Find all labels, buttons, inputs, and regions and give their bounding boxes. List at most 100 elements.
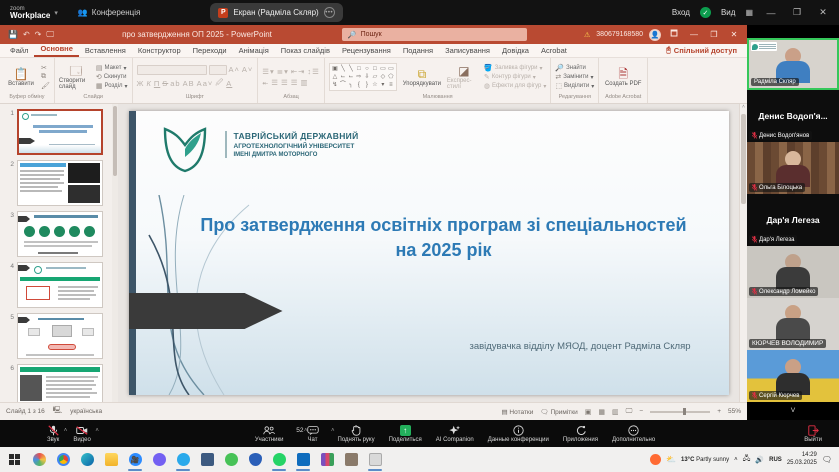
calculator-icon[interactable] <box>196 449 218 471</box>
cut-icon[interactable]: ✂ <box>41 64 50 72</box>
new-slide-button[interactable]: 🗔 Створити слайд <box>59 65 93 90</box>
line-spacing-icon[interactable]: ↕☰ <box>307 67 319 76</box>
align-center-icon[interactable]: ☰ <box>271 78 279 87</box>
bullets-icon[interactable]: ☰▾ <box>262 67 275 76</box>
grow-font-icon[interactable]: А˄ <box>229 65 240 74</box>
zoom-workplace-logo[interactable]: zoom Workplace ▾ <box>0 6 68 20</box>
reading-view-icon[interactable]: ▥ <box>612 408 619 416</box>
find-button[interactable]: 🔎Знайти <box>555 64 594 72</box>
media-app-icon[interactable] <box>340 449 362 471</box>
slide-title[interactable]: Про затвердження освітніх програм зі спе… <box>199 213 689 263</box>
participant-tile-kiurchev-v[interactable]: КЮРЧЕВ ВОЛОДИМИР <box>747 298 839 350</box>
ppt-minimize-button[interactable]: — <box>687 30 701 39</box>
chat-button[interactable]: Чат ˄ <box>300 425 331 443</box>
select-button[interactable]: ⬚Виділити ▾ <box>555 82 594 90</box>
change-case-icon[interactable]: Аа˅ <box>197 79 214 88</box>
tab-slideshow[interactable]: Показ слайдів <box>275 46 336 57</box>
notification-center-icon[interactable]: 🗨 <box>822 455 832 464</box>
shrink-font-icon[interactable]: А˅ <box>242 65 253 74</box>
shapes-gallery[interactable]: ▣╲╲□○□▭▭ △⌙⌙⇨⇩▱◇⬠ ↯⌒╮{}☆▾≡ <box>329 63 397 91</box>
share-access-button[interactable]: 🖰 Спільний доступ <box>666 45 743 57</box>
tab-animations[interactable]: Анімація <box>233 46 275 57</box>
normal-view-icon[interactable]: ▣ <box>585 408 592 416</box>
participant-tile-daria[interactable]: Дар'я Легеза Дар'я Легеза <box>747 194 839 246</box>
tab-home[interactable]: Основне <box>34 44 78 57</box>
tab-insert[interactable]: Вставлення <box>79 46 132 57</box>
skype-icon[interactable] <box>220 449 242 471</box>
ppt-restore-button[interactable]: ❐ <box>707 30 721 39</box>
slide-subtitle[interactable]: завідувачка відділу МЯОД, доцент Радміла… <box>469 341 690 352</box>
zoom-in-button[interactable]: + <box>717 408 721 415</box>
create-pdf-button[interactable]: 🗎 Создать PDF <box>603 68 643 87</box>
chevron-up-icon[interactable]: ˄ <box>95 428 99 434</box>
font-name-input[interactable] <box>137 65 207 75</box>
apps-button[interactable]: Приложения <box>556 425 605 443</box>
bold-icon[interactable]: Ж <box>137 79 145 88</box>
zoom-app-icon[interactable]: 🎥 <box>124 449 146 471</box>
tab-help[interactable]: Довідка <box>496 46 535 57</box>
network-icon[interactable]: 🖧 <box>743 454 751 465</box>
font-size-input[interactable] <box>209 65 227 75</box>
maximize-button[interactable]: ❐ <box>789 7 805 18</box>
chevron-down-icon[interactable]: ▾ <box>54 9 58 17</box>
arrange-button[interactable]: ⧉ Упорядкувати <box>400 68 444 87</box>
view-button[interactable]: Вид <box>721 8 735 17</box>
zoom-out-button[interactable]: − <box>639 408 643 415</box>
tab-transitions[interactable]: Переходи <box>187 46 233 57</box>
slide-thumbnail[interactable] <box>17 313 103 359</box>
underline-icon[interactable]: П <box>154 79 160 88</box>
minimize-button[interactable]: — <box>763 8 779 18</box>
viber-icon[interactable] <box>148 449 170 471</box>
slide-canvas[interactable]: ТАВРІЙСЬКИЙ ДЕРЖАВНИЙ АГРОТЕХНОЛОГІЧНИЙ … <box>129 111 729 395</box>
comments-button[interactable]: 🗨 Примітки <box>540 408 577 416</box>
meeting-info-button[interactable]: Данные конференции <box>481 425 556 443</box>
outlook-icon[interactable] <box>292 449 314 471</box>
accessibility-icon[interactable]: 🖳 <box>53 406 62 417</box>
zoom-percentage[interactable]: 55% <box>728 408 741 415</box>
slideshow-icon[interactable]: 🖵 <box>46 30 54 40</box>
italic-icon[interactable]: К <box>146 79 151 88</box>
slide-thumbnail[interactable] <box>17 211 103 257</box>
slide-thumbnail[interactable] <box>17 109 103 155</box>
tab-options-icon[interactable]: ••• <box>324 7 335 18</box>
security-app-icon[interactable] <box>244 449 266 471</box>
quick-styles-button[interactable]: ◪ Експрес-стилі <box>447 65 481 90</box>
char-spacing-icon[interactable]: АВ <box>183 79 195 88</box>
undo-icon[interactable]: ↶ <box>23 30 30 40</box>
start-button[interactable] <box>4 449 26 471</box>
align-left-icon[interactable]: ⯬ <box>262 78 269 88</box>
participant-tile-serhii[interactable]: Сергій Кюрчев <box>747 350 839 402</box>
chat-app-icon[interactable] <box>364 449 386 471</box>
save-icon[interactable]: 💾 <box>8 30 18 40</box>
replace-button[interactable]: ⇄Замінити ▾ <box>555 73 594 81</box>
tab-meeting[interactable]: 👥 Конференція <box>68 8 151 17</box>
signin-button[interactable]: Вход <box>672 8 690 17</box>
columns-icon[interactable]: ▥ <box>300 78 308 87</box>
raise-hand-button[interactable]: Поднять руку <box>331 425 382 443</box>
tab-review[interactable]: Рецензування <box>336 46 397 57</box>
slide-thumbnail[interactable] <box>17 160 103 206</box>
telegram-icon[interactable] <box>172 449 194 471</box>
indent-icons[interactable]: ⇤⇥ <box>291 67 306 76</box>
text-shadow-icon[interactable]: ab <box>170 79 180 88</box>
tab-file[interactable]: Файл <box>4 46 34 57</box>
tray-app-icon[interactable] <box>650 454 661 465</box>
tab-acrobat[interactable]: Acrobat <box>535 46 573 57</box>
notes-button[interactable]: ▤ Нотатки <box>501 408 533 416</box>
copy-icon[interactable]: ⧉ <box>41 73 50 81</box>
reset-button[interactable]: ⟲Скинути <box>96 73 128 81</box>
participant-tile-oleksandr[interactable]: Олександр Ломейко <box>747 246 839 298</box>
close-button[interactable]: ✕ <box>815 7 831 18</box>
participants-button[interactable]: Участники 52 ˄ <box>248 425 300 443</box>
participant-tile-olha[interactable]: Ольга Білоцька <box>747 142 839 194</box>
view-grid-icon[interactable]: ▦ <box>745 8 753 17</box>
justify-icon[interactable]: ☰ <box>291 78 299 87</box>
slide-sorter-icon[interactable]: ▦ <box>598 408 605 416</box>
widgets-icon[interactable] <box>28 449 50 471</box>
weather-widget[interactable]: 13°C Partly sunny <box>681 457 729 463</box>
tab-recording[interactable]: Записування <box>439 46 496 57</box>
strikethrough-icon[interactable]: S <box>162 79 168 88</box>
winrar-icon[interactable] <box>316 449 338 471</box>
shape-fill-button[interactable]: 🪣Заливка фігури ▾ <box>484 64 547 72</box>
zoom-slider[interactable] <box>650 411 710 413</box>
